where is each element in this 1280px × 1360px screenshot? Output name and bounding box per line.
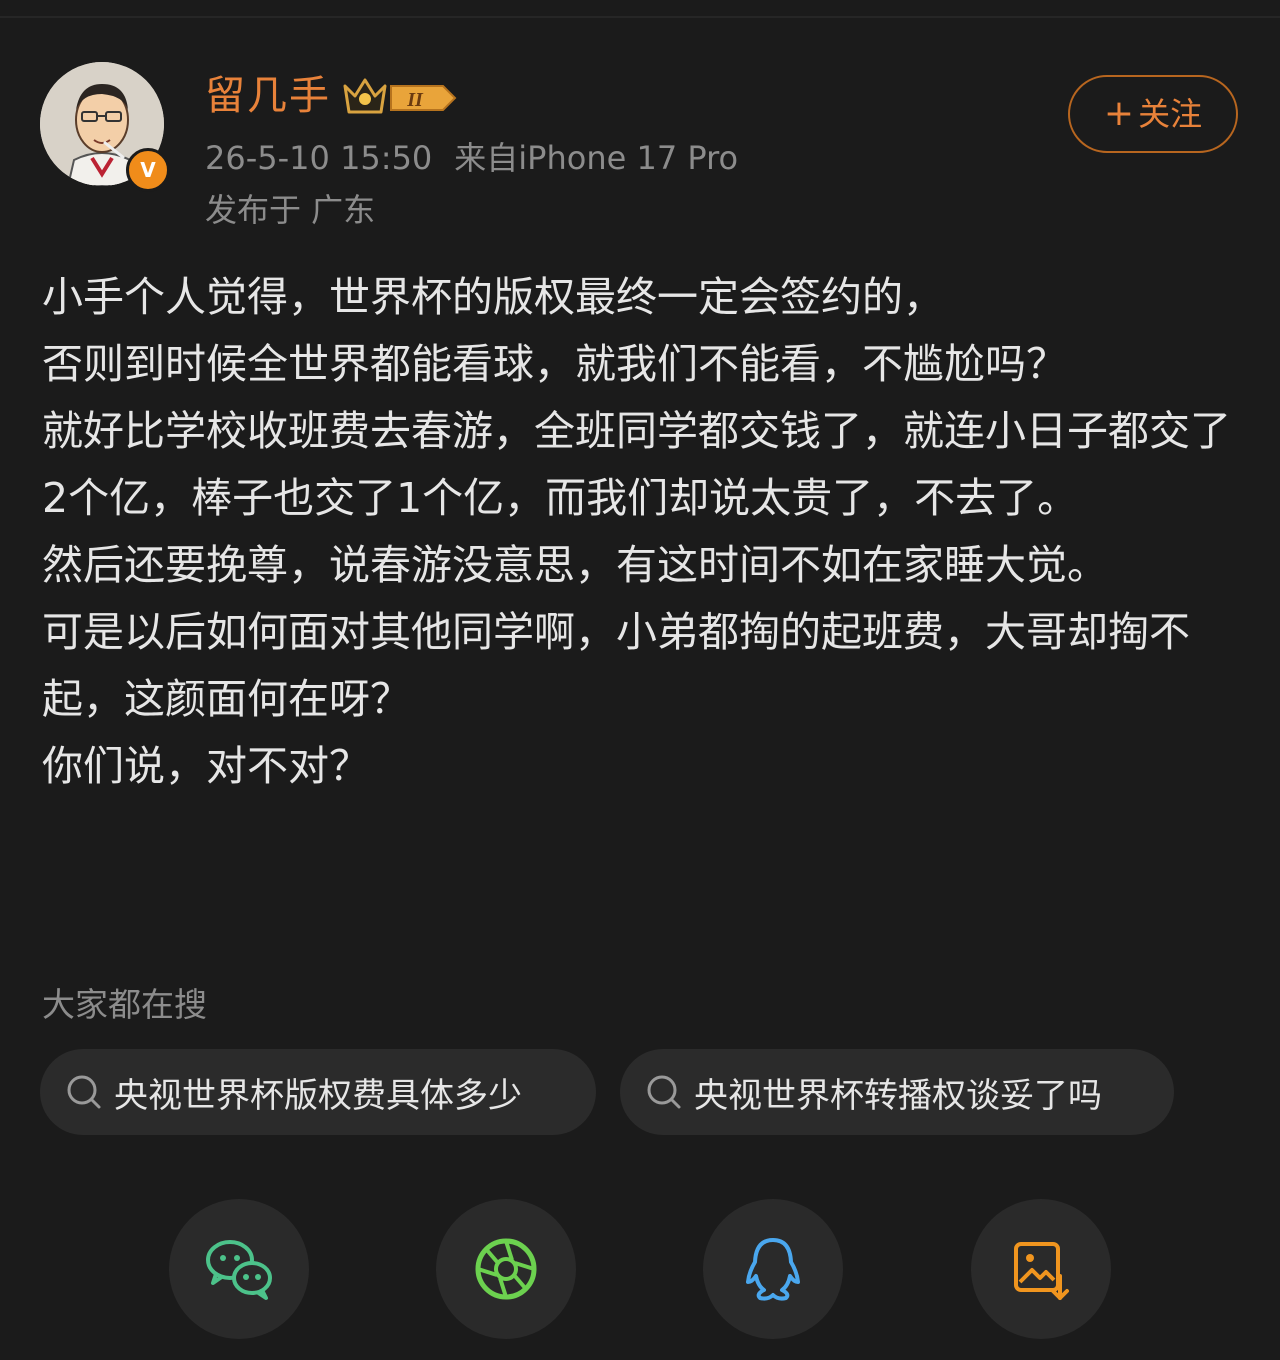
follow-button[interactable]: + 关注 [1068, 75, 1238, 153]
post-paragraph: 你们说，对不对？ [42, 742, 370, 790]
search-icon [67, 1075, 101, 1109]
wechat-icon [206, 1240, 272, 1300]
share-moments-button[interactable] [436, 1199, 576, 1339]
post-paragraph: 然后还要挽尊，说春游没意思，有这时间不如在家睡大觉。 [42, 541, 1108, 589]
search-suggestion-text: 央视世界杯版权费具体多少 [114, 1075, 522, 1116]
plus-icon: + [1103, 93, 1135, 134]
level-badge-text: II [406, 89, 424, 111]
post-paragraph: 否则到时候全世界都能看球，就我们不能看，不尴尬吗？ [42, 340, 1067, 388]
share-wechat-button[interactable] [169, 1199, 309, 1339]
moments-icon [475, 1238, 537, 1300]
post-meta: 26-5-10 15:50 来自iPhone 17 Pro [205, 138, 738, 178]
verified-badge: V [126, 148, 170, 192]
post-source: 来自iPhone 17 Pro [454, 139, 739, 177]
search-suggestion-text: 央视世界杯转播权谈妥了吗 [694, 1075, 1102, 1116]
share-qq-button[interactable] [703, 1199, 843, 1339]
username[interactable]: 留几手 [205, 72, 331, 120]
search-icon [647, 1075, 681, 1109]
post-paragraph: 可是以后如何面对其他同学啊，小弟都掏的起班费，大哥却掏不起，这颜面何在呀？ [42, 608, 1190, 723]
search-suggestion-chip[interactable]: 央视世界杯版权费具体多少 [40, 1049, 596, 1135]
weibo-post-page: V 留几手 II 26-5-10 15:50 来自iPhone 17 Pro 发布… [0, 0, 1280, 1360]
crown-icon: II [343, 78, 457, 114]
post-timestamp: 26-5-10 15:50 [205, 139, 433, 177]
post-location: 发布于 广东 [205, 191, 376, 229]
trending-search-heading: 大家都在搜 [42, 985, 207, 1024]
post-paragraph: 就好比学校收班费去春游，全班同学都交钱了，就连小日子都交了2个亿，棒子也交了1个… [42, 407, 1231, 522]
follow-label: 关注 [1138, 95, 1203, 133]
post-paragraph: 小手个人觉得，世界杯的版权最终一定会签约的， [42, 273, 944, 321]
crown-level-badge[interactable]: II [343, 72, 459, 120]
top-divider [0, 16, 1280, 18]
watermark [948, 1294, 1252, 1334]
post-content: 小手个人觉得，世界杯的版权最终一定会签约的， 否则到时候全世界都能看球，就我们不… [42, 264, 1242, 800]
qq-icon [746, 1238, 800, 1301]
search-suggestion-chip[interactable]: 央视世界杯转播权谈妥了吗 [620, 1049, 1174, 1135]
